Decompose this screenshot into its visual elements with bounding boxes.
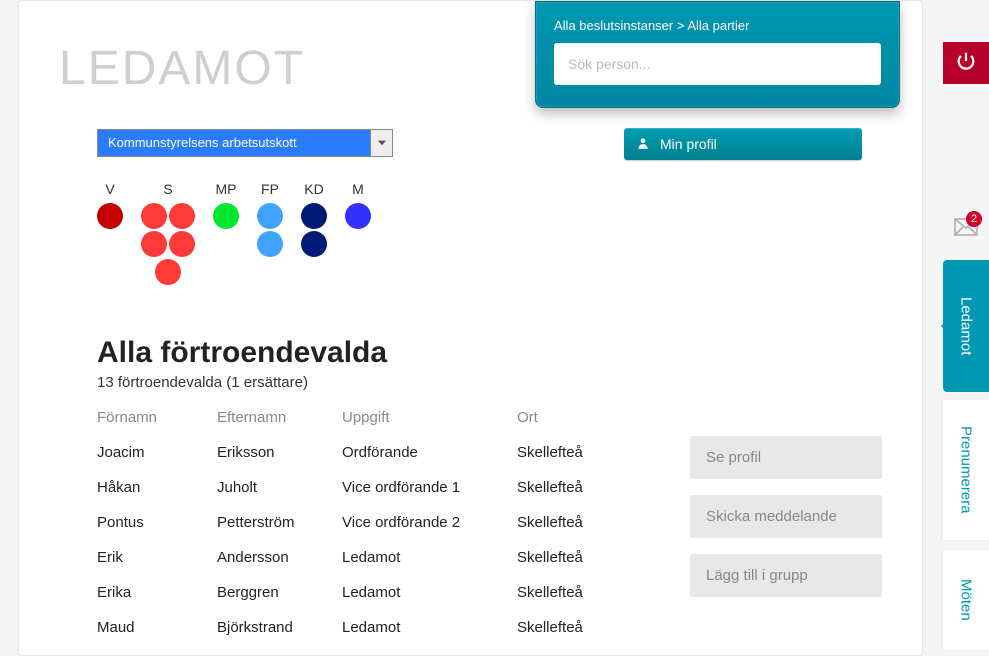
member-dot[interactable] [301,231,327,257]
view-profile-button[interactable]: Se profil [690,436,882,479]
cell-fornamn[interactable]: Joacim [97,444,217,461]
instance-dropdown[interactable]: Kommunstyrelsens arbetsutskott [97,129,393,157]
party-S[interactable]: S [141,181,195,285]
party-label: M [352,181,364,199]
member-dot[interactable] [257,203,283,229]
cell-uppgift[interactable]: Ledamot [342,584,517,601]
member-dot[interactable] [141,203,167,229]
party-KD[interactable]: KD [301,181,327,285]
cell-ort[interactable]: Skellefteå [517,444,657,461]
envelope-icon: 2 [954,217,978,242]
cell-fornamn[interactable]: Erik [97,549,217,566]
party-MP[interactable]: MP [213,181,239,285]
notifications-button[interactable]: 2 [943,208,989,250]
section-subtitle: 13 förtroendevalda (1 ersättare) [97,374,882,391]
power-icon [955,50,977,77]
section-title: Alla förtroendevalda [97,336,882,370]
cell-fornamn[interactable]: Erika [97,584,217,601]
add-to-group-button[interactable]: Lägg till i grupp [690,554,882,597]
my-profile-label: Min profil [660,136,717,152]
power-button[interactable] [943,42,989,84]
cell-ort[interactable]: Skellefteå [517,619,657,636]
cell-fornamn[interactable]: Håkan [97,479,217,496]
party-FP[interactable]: FP [257,181,283,285]
user-icon [636,136,650,153]
member-dot[interactable] [345,203,371,229]
col-fornamn[interactable]: Förnamn [97,409,217,426]
cell-efternamn[interactable]: Juholt [217,479,342,496]
cell-efternamn[interactable]: Eriksson [217,444,342,461]
cell-fornamn[interactable]: Maud [97,619,217,636]
cell-ort[interactable]: Skellefteå [517,584,657,601]
tab-prenumerera[interactable]: Prenumerera [943,400,989,540]
tab-moten[interactable]: Möten [943,550,989,650]
party-label: MP [216,181,237,199]
send-message-button[interactable]: Skicka meddelande [690,495,882,538]
main-card: LEDAMOT Alla beslutsinstanser > Alla par… [18,0,923,656]
action-buttons: Se profil Skicka meddelande Lägg till i … [690,436,882,597]
member-dot[interactable] [169,231,195,257]
member-dot[interactable] [257,231,283,257]
cell-ort[interactable]: Skellefteå [517,479,657,496]
cell-uppgift[interactable]: Ordförande [342,444,517,461]
search-input[interactable] [554,43,881,85]
chevron-down-icon [370,130,392,156]
search-panel: Alla beslutsinstanser > Alla partier [535,1,900,108]
member-dot[interactable] [155,259,181,285]
party-V[interactable]: V [97,181,123,285]
cell-uppgift[interactable]: Ledamot [342,549,517,566]
col-ort[interactable]: Ort [517,409,657,426]
party-label: KD [304,181,323,199]
right-rail: 2 Ledamot Prenumerera Möten [943,0,989,656]
cell-fornamn[interactable]: Pontus [97,514,217,531]
cell-ort[interactable]: Skellefteå [517,549,657,566]
breadcrumb[interactable]: Alla beslutsinstanser > Alla partier [554,18,881,33]
notification-count: 2 [966,211,982,227]
cell-efternamn[interactable]: Petterström [217,514,342,531]
party-chart: V S MP FP KD M [97,181,371,285]
member-dot[interactable] [301,203,327,229]
col-efternamn[interactable]: Efternamn [217,409,342,426]
member-dot[interactable] [141,231,167,257]
party-label: S [163,181,172,199]
cell-uppgift[interactable]: Ledamot [342,619,517,636]
col-uppgift[interactable]: Uppgift [342,409,517,426]
member-dot[interactable] [169,203,195,229]
member-dot[interactable] [97,203,123,229]
member-dot[interactable] [213,203,239,229]
cell-ort[interactable]: Skellefteå [517,514,657,531]
tab-ledamot[interactable]: Ledamot [943,260,989,392]
instance-dropdown-value: Kommunstyrelsens arbetsutskott [98,130,370,156]
page-title: LEDAMOT [59,41,305,96]
cell-efternamn[interactable]: Andersson [217,549,342,566]
my-profile-button[interactable]: Min profil [624,128,862,160]
party-label: FP [261,181,279,199]
party-M[interactable]: M [345,181,371,285]
cell-efternamn[interactable]: Björkstrand [217,619,342,636]
cell-uppgift[interactable]: Vice ordförande 1 [342,479,517,496]
party-label: V [105,181,114,199]
cell-efternamn[interactable]: Berggren [217,584,342,601]
cell-uppgift[interactable]: Vice ordförande 2 [342,514,517,531]
